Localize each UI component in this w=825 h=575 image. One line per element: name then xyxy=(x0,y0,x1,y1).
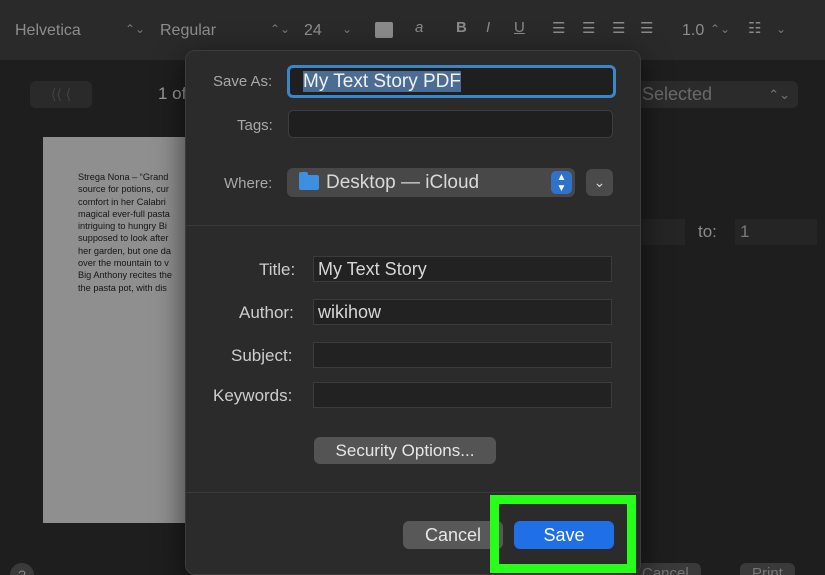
subject-field[interactable] xyxy=(313,342,612,368)
align-right-icon[interactable]: ☰ xyxy=(612,19,625,37)
font-size-field[interactable]: 24 xyxy=(304,20,322,42)
line-spacing-popup[interactable]: 1.0 xyxy=(682,20,704,42)
page-to-field[interactable]: 1 xyxy=(735,219,817,245)
font-size-chevron-icon: ⌄ xyxy=(342,22,353,36)
list-chevron-icon: ⌄ xyxy=(776,22,787,36)
bold-button[interactable]: B xyxy=(456,19,467,36)
print-button[interactable]: Print xyxy=(740,563,795,575)
title-field[interactable]: My Text Story xyxy=(313,256,612,282)
strikethrough-color-icon[interactable]: a xyxy=(415,19,423,36)
page-to-label: to: xyxy=(698,222,717,241)
where-value: Desktop — iCloud xyxy=(326,172,480,193)
align-center-icon[interactable]: ☰ xyxy=(582,19,595,37)
page-count-label: 1 of xyxy=(158,84,187,103)
align-justify-icon[interactable]: ☰ xyxy=(640,19,653,37)
line-spacing-chevron-icon: ⌃⌄ xyxy=(710,22,731,36)
expand-browser-button[interactable]: ⌄ xyxy=(586,169,613,196)
save-as-selected-text: My Text Story PDF xyxy=(303,71,462,92)
footer-divider xyxy=(186,492,640,493)
cancel-button[interactable]: Cancel xyxy=(403,521,503,549)
folder-icon xyxy=(299,172,319,190)
keywords-field[interactable] xyxy=(313,382,612,408)
tags-label: Tags: xyxy=(237,117,273,134)
where-popup[interactable]: Desktop — iCloud ▲ ▼ xyxy=(287,168,575,197)
page-nav-buttons[interactable]: ⟨⟨ ⟨ xyxy=(30,81,92,108)
save-as-field[interactable]: My Text Story PDF xyxy=(287,65,616,98)
security-options-button[interactable]: Security Options... xyxy=(314,437,496,464)
text-color-swatch[interactable] xyxy=(375,22,393,38)
pages-selection-label: Selected xyxy=(642,84,713,104)
author-field[interactable]: wikihow xyxy=(313,299,612,325)
print-preview-page: Strega Nona – “Grand source for potions,… xyxy=(43,137,203,523)
help-button[interactable]: ? xyxy=(10,563,34,575)
font-style-chevron-icon: ⌃⌄ xyxy=(270,22,291,36)
save-as-label: Save As: xyxy=(213,73,273,90)
underline-button[interactable]: U xyxy=(514,19,525,36)
section-divider xyxy=(186,225,640,226)
pages-selection-popup[interactable]: Selected ⌃⌄ xyxy=(630,81,798,108)
font-family-popup[interactable]: Helvetica xyxy=(15,20,81,42)
align-left-icon[interactable]: ☰ xyxy=(552,19,565,37)
title-label: Title: xyxy=(259,260,296,279)
italic-button[interactable]: I xyxy=(486,19,490,36)
page-from-field[interactable] xyxy=(640,219,685,245)
subject-label: Subject: xyxy=(231,346,293,365)
tags-field[interactable] xyxy=(288,110,613,138)
font-family-chevron-icon: ⌃⌄ xyxy=(125,22,146,36)
save-button-highlight xyxy=(490,495,636,573)
author-label: Author: xyxy=(239,303,294,322)
keywords-label: Keywords: xyxy=(213,386,293,405)
font-style-popup[interactable]: Regular xyxy=(160,20,216,42)
list-style-icon[interactable]: ☷ xyxy=(748,19,761,37)
updown-chevron-icon: ⌃⌄ xyxy=(768,87,790,102)
where-label: Where: xyxy=(224,175,273,192)
updown-chevron-icon: ▲ ▼ xyxy=(551,171,572,194)
